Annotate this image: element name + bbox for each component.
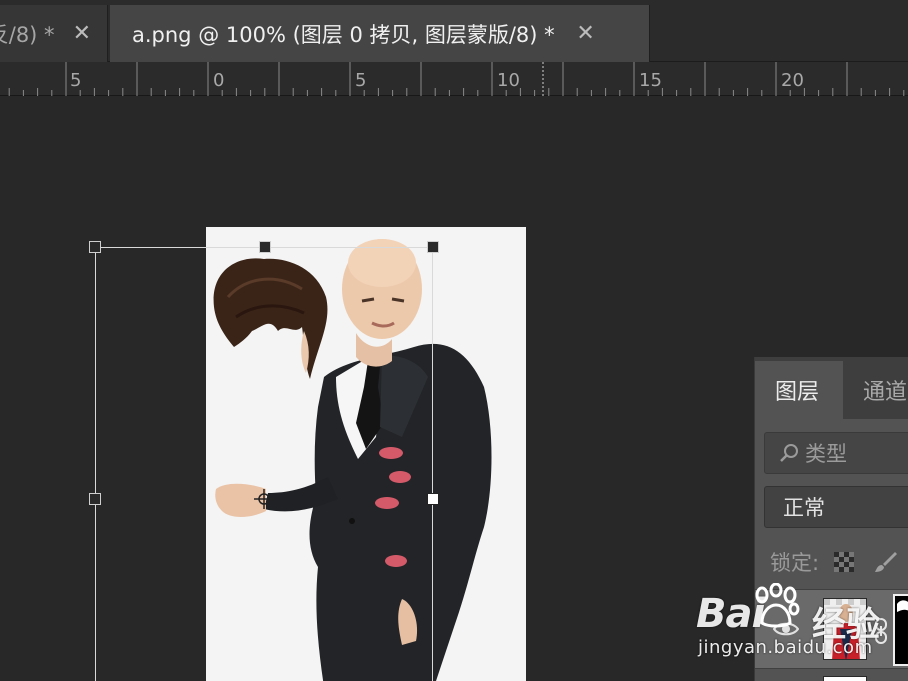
ruler-label: 15 [639,70,662,91]
horizontal-ruler[interactable]: 5 0 5 10 15 20 [0,62,908,96]
tab-layers[interactable]: 图层 [755,361,843,419]
baidu-jingyan-watermark: Bai 经验 jingyan.baidu.com [696,583,908,681]
tab-label: 图层 [775,380,820,405]
close-icon[interactable]: ✕ [73,21,91,46]
transform-handle-top-right[interactable] [427,241,439,253]
ruler-ticks [8,62,905,96]
lock-image-pixels-icon[interactable] [873,550,898,574]
ruler-label: 0 [213,70,225,91]
transform-handle-middle-right[interactable] [427,493,439,505]
blend-mode-select[interactable]: 正常 [764,486,908,528]
watermark-url: jingyan.baidu.com [698,637,873,658]
tab-title: a.png @ 100% (图层 0 拷贝, 图层蒙版/8) * [132,22,555,47]
ruler-label: 5 [355,70,367,91]
transform-reference-point-icon[interactable] [254,489,274,509]
transform-handle-top-left[interactable] [89,241,101,253]
ruler-label: 5 [70,70,82,91]
filter-label: 类型 [805,442,847,466]
tab-label: 通道 [863,380,908,405]
layer-filter-kind[interactable]: 类型 [764,432,908,474]
lock-transparent-pixels-icon[interactable] [833,551,855,573]
tab-title: 反/8) * [0,22,55,47]
transform-handle-top-center[interactable] [259,241,271,253]
blend-mode-value: 正常 [783,496,825,520]
ruler-label: 20 [781,70,804,91]
baidu-paw-logo-icon [755,583,800,628]
lock-label: 锁定: [770,551,820,575]
search-icon [780,444,798,462]
document-tab-bar: 反/8) * ✕ a.png @ 100% (图层 0 拷贝, 图层蒙版/8) … [0,0,908,62]
close-icon[interactable]: ✕ [575,21,597,46]
tab-channels[interactable]: 通道 [845,361,908,419]
lock-row: 锁定: [755,539,908,585]
panel-tab-bar: 图层 通道 [755,357,908,419]
free-transform-bounding-box[interactable] [95,247,433,681]
document-tab-previous[interactable]: 反/8) * ✕ [0,5,108,62]
transform-handle-middle-left[interactable] [89,493,101,505]
document-tab-active[interactable]: a.png @ 100% (图层 0 拷贝, 图层蒙版/8) * ✕ [110,5,650,62]
ruler-label: 10 [497,70,520,91]
